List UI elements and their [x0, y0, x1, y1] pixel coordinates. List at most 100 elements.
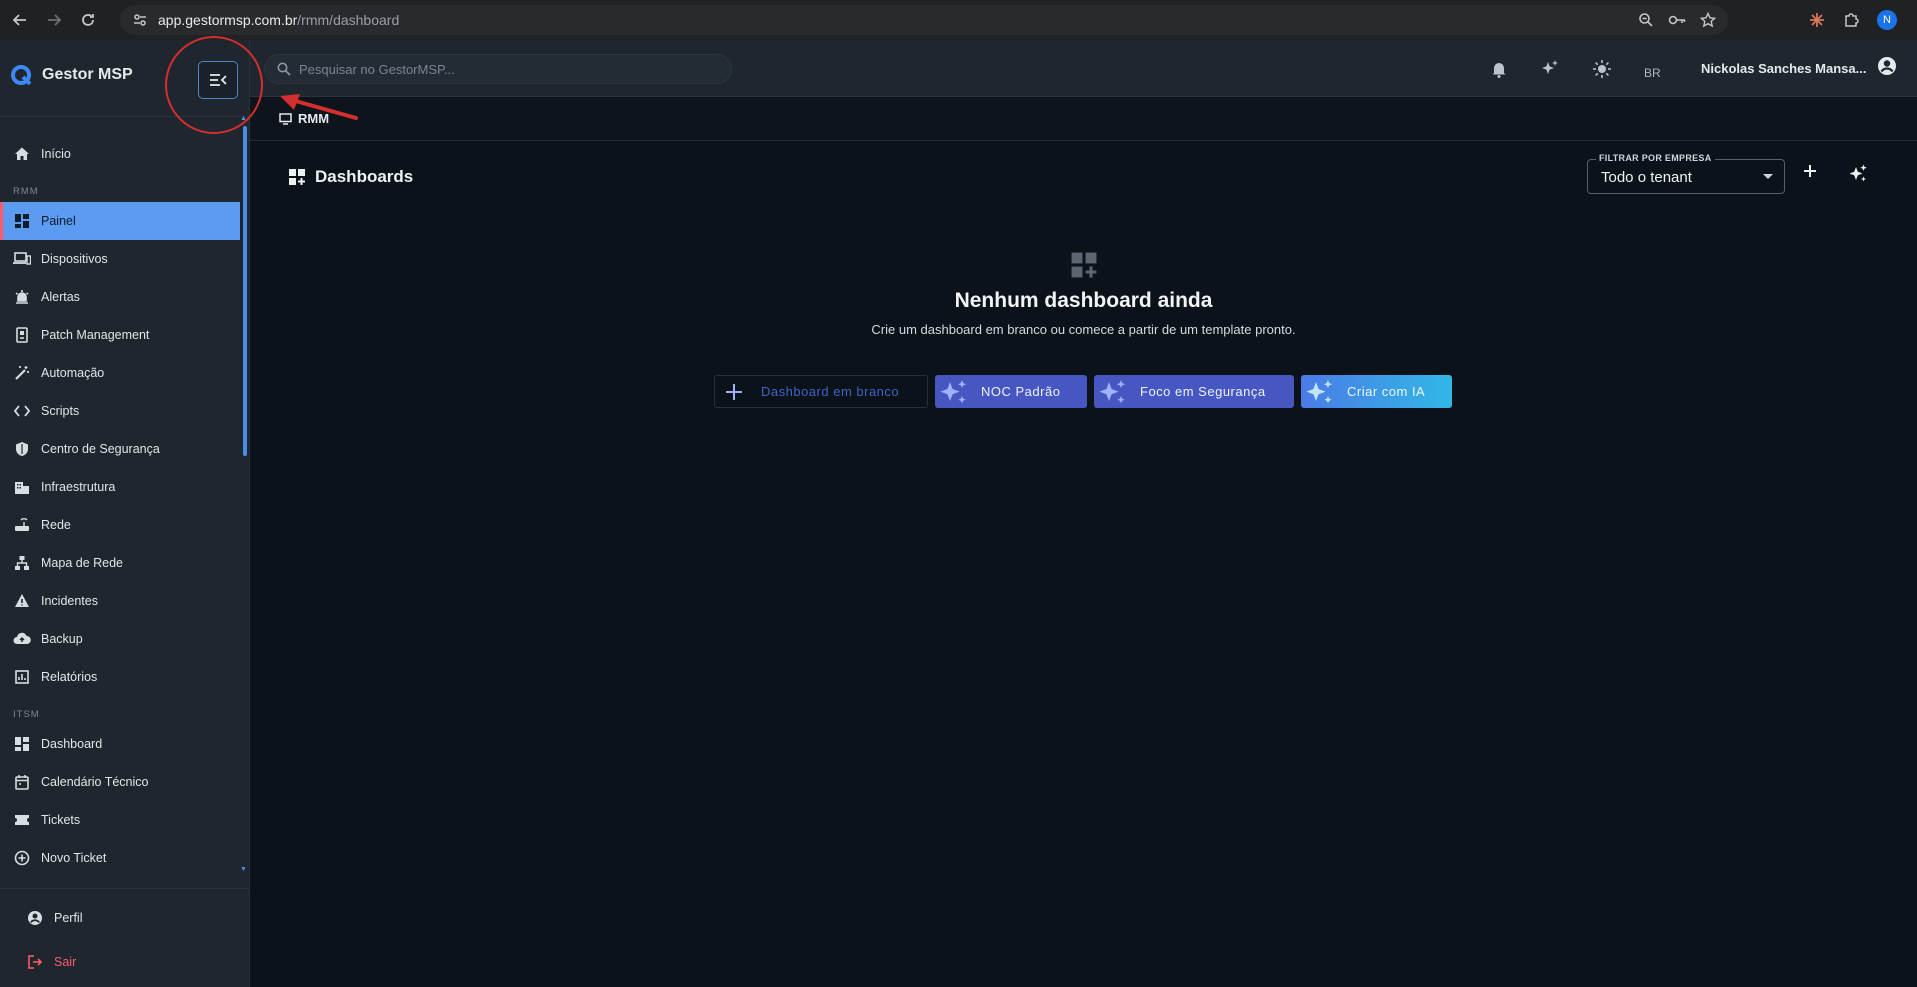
breadcrumb-item-rmm[interactable]: RMM: [298, 111, 329, 126]
noc-template-button[interactable]: NOC Padrão: [935, 375, 1087, 408]
ai-sparkles-icon[interactable]: [1540, 59, 1560, 79]
browser-profile-avatar[interactable]: N: [1877, 10, 1897, 30]
header-actions: BR: [1490, 54, 1661, 84]
back-icon[interactable]: [6, 6, 34, 34]
sidebar-item-label: Dashboard: [41, 737, 103, 751]
plus-icon: [715, 382, 753, 402]
sidebar-scrollbar[interactable]: [243, 126, 247, 456]
code-icon: [13, 402, 31, 420]
sidebar-item-label: Painel: [41, 214, 76, 228]
global-search[interactable]: [264, 54, 732, 84]
sidebar-item-inicio[interactable]: Início: [0, 135, 240, 173]
sidebar-footer: Perfil Sair: [0, 896, 250, 984]
password-key-icon[interactable]: [1668, 12, 1686, 28]
sidebar-item-label: Novo Ticket: [41, 851, 107, 865]
notifications-bell-icon[interactable]: [1490, 60, 1508, 78]
sidebar-item-rede[interactable]: Rede: [0, 506, 240, 544]
chevron-down-icon: [1763, 174, 1773, 179]
sidebar-item-label: Tickets: [41, 813, 81, 827]
ticket-icon: [13, 811, 31, 829]
bookmark-star-icon[interactable]: [1700, 12, 1716, 28]
user-account-icon[interactable]: [1877, 56, 1897, 76]
sidebar-item-label: Automação: [41, 366, 105, 380]
company-filter-select[interactable]: FILTRAR POR EMPRESA Todo o tenant: [1587, 153, 1785, 194]
wand-icon: [13, 364, 31, 382]
main-content: Dashboards FILTRAR POR EMPRESA Todo o te…: [250, 141, 1917, 987]
monitor-icon: [279, 112, 292, 125]
sidebar-item-alertas[interactable]: Alertas: [0, 278, 240, 316]
sitemap-icon: [13, 554, 31, 572]
sidebar-item-label: Início: [41, 147, 71, 161]
sidebar-item-label: Backup: [41, 632, 83, 646]
button-label: NOC Padrão: [981, 384, 1061, 399]
calendar-icon: [13, 773, 31, 791]
sidebar-item-mapa-de-rede[interactable]: Mapa de Rede: [0, 544, 240, 582]
sidebar-item-dispositivos[interactable]: Dispositivos: [0, 240, 240, 278]
sidebar-item-infraestrutura[interactable]: Infraestrutura: [0, 468, 240, 506]
divider: [0, 888, 250, 889]
alarm-icon: [13, 288, 31, 306]
extension-burst-icon[interactable]: [1809, 12, 1825, 28]
scroll-up-arrow[interactable]: ▲: [240, 115, 247, 122]
zoom-icon[interactable]: [1638, 12, 1654, 28]
user-name[interactable]: Nickolas Sanches Mansa...: [1701, 61, 1866, 76]
language-selector[interactable]: BR: [1644, 66, 1661, 80]
ai-sparkles-icon: [1849, 164, 1867, 182]
sidebar: Gestor MSP Início RMM Painel Dispositivo…: [0, 40, 250, 987]
scroll-down-arrow[interactable]: ▼: [240, 866, 247, 873]
create-with-ai-button[interactable]: Criar com IA: [1301, 375, 1452, 408]
cloud-upload-icon: [13, 630, 31, 648]
plus-icon: [1804, 165, 1816, 177]
address-bar[interactable]: app.gestormsp.com.br/rmm/dashboard: [120, 5, 1728, 35]
empty-state-subtitle: Crie um dashboard em branco ou comece a …: [871, 322, 1296, 337]
template-actions: Dashboard em branco NOC Padrão Foco em S…: [714, 375, 1452, 408]
brand[interactable]: Gestor MSP: [10, 64, 133, 86]
add-dashboard-button[interactable]: [1802, 163, 1818, 179]
sidebar-item-scripts[interactable]: Scripts: [0, 392, 240, 430]
page-header: Dashboards: [288, 167, 413, 187]
sidebar-item-perfil[interactable]: Perfil: [0, 896, 250, 940]
sidebar-item-label: Scripts: [41, 404, 80, 418]
devices-icon: [13, 250, 31, 268]
sidebar-item-dashboard[interactable]: Dashboard: [0, 725, 240, 763]
theme-sun-icon[interactable]: [1592, 59, 1612, 79]
reload-icon[interactable]: [74, 6, 102, 34]
collapse-sidebar-button[interactable]: [198, 61, 238, 99]
sidebar-item-label: Calendário Técnico: [41, 775, 149, 789]
sidebar-item-calendario-tecnico[interactable]: Calendário Técnico: [0, 763, 240, 801]
sidebar-item-patch-management[interactable]: Patch Management: [0, 316, 240, 354]
filter-label: FILTRAR POR EMPRESA: [1596, 153, 1715, 163]
forward-icon[interactable]: [40, 6, 68, 34]
sidebar-item-tickets[interactable]: Tickets: [0, 801, 240, 839]
logout-button[interactable]: Sair: [0, 940, 250, 984]
sidebar-item-novo-ticket[interactable]: Novo Ticket: [0, 839, 240, 877]
filter-value: Todo o tenant: [1601, 169, 1692, 186]
page-title: Dashboards: [315, 167, 414, 186]
home-icon: [13, 145, 31, 163]
breadcrumb: RMM: [250, 97, 1917, 141]
sidebar-item-backup[interactable]: Backup: [0, 620, 240, 658]
ai-create-button[interactable]: [1847, 163, 1869, 185]
sidebar-item-centro-de-seguranca[interactable]: Centro de Segurança: [0, 430, 240, 468]
sidebar-item-incidentes[interactable]: Incidentes: [0, 582, 240, 620]
empty-state: Nenhum dashboard ainda Crie um dashboard…: [250, 251, 1917, 337]
logout-label: Sair: [54, 955, 77, 969]
account-icon: [26, 909, 44, 927]
sidebar-item-label: Centro de Segurança: [41, 442, 160, 456]
sidebar-item-label: Rede: [41, 518, 71, 532]
sidebar-item-label: Dispositivos: [41, 252, 108, 266]
sidebar-item-painel[interactable]: Painel: [0, 202, 240, 240]
logo-icon: [10, 64, 32, 86]
menu-open-icon: [210, 74, 227, 86]
dashboard-add-icon: [288, 168, 306, 186]
sidebar-item-automacao[interactable]: Automação: [0, 354, 240, 392]
blank-dashboard-button[interactable]: Dashboard em branco: [714, 375, 928, 408]
search-input[interactable]: [299, 61, 699, 77]
section-title-itsm: ITSM: [13, 709, 40, 720]
site-settings-icon[interactable]: [132, 12, 148, 28]
sidebar-item-relatorios[interactable]: Relatórios: [0, 658, 240, 696]
extensions-puzzle-icon[interactable]: [1843, 12, 1859, 28]
security-template-button[interactable]: Foco em Segurança: [1094, 375, 1294, 408]
logout-icon: [26, 953, 44, 971]
add-circle-icon: [13, 849, 31, 867]
